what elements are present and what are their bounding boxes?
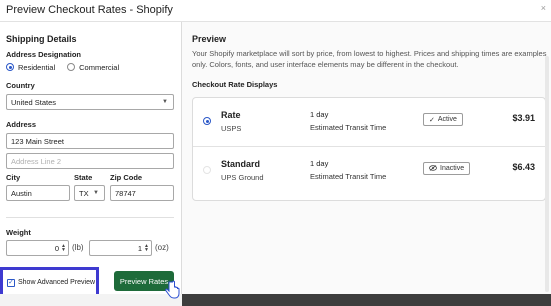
city-input[interactable]: Austin	[6, 185, 70, 201]
commercial-label: Commercial	[79, 62, 120, 72]
weight-label: Weight	[6, 228, 31, 237]
weight-oz-unit: (oz)	[155, 243, 169, 252]
address-line2-input[interactable]: Address Line 2	[6, 153, 174, 169]
zip-label: Zip Code	[110, 173, 143, 182]
weight-lb-unit: (lb)	[72, 243, 84, 252]
shipping-details-title: Shipping Details	[6, 34, 77, 44]
zip-input[interactable]: 78747	[110, 185, 174, 201]
advanced-preview-label[interactable]: Show Advanced Preview	[18, 279, 95, 286]
chevron-down-icon: ▼	[93, 190, 99, 196]
close-icon[interactable]: ×	[541, 3, 546, 13]
rate-carrier: USPS	[221, 124, 242, 133]
rate-row[interactable]: Rate USPS 1 day Estimated Transit Time ✓…	[193, 98, 545, 144]
weight-oz-input[interactable]: 1 ▲ ▼	[89, 240, 152, 256]
rate-radio-selected[interactable]	[203, 117, 211, 125]
status-label: Inactive	[440, 165, 465, 172]
state-value: TX	[79, 188, 89, 198]
taskbar-strip	[0, 294, 551, 306]
advanced-preview-checkbox[interactable]: ✓	[7, 279, 15, 287]
shipping-details-panel: Shipping Details Address Designation Res…	[0, 22, 182, 306]
country-label: Country	[6, 81, 35, 90]
rate-name: Rate	[221, 110, 241, 120]
weight-lb-input[interactable]: 0 ▲ ▼	[6, 240, 69, 256]
address-designation-label: Address Designation	[6, 50, 82, 59]
stepper-icon[interactable]: ▲ ▼	[144, 244, 149, 253]
eye-off-icon	[429, 164, 437, 173]
status-badge[interactable]: Inactive	[423, 162, 471, 175]
rate-price: $3.91	[512, 113, 535, 123]
state-select[interactable]: TX ▼	[74, 185, 105, 201]
country-select[interactable]: United States ▼	[6, 94, 174, 110]
city-label: City	[6, 173, 21, 182]
window-title: Preview Checkout Rates - Shopify	[6, 4, 173, 16]
zip-value: 78747	[115, 188, 136, 198]
preview-title: Preview	[192, 34, 227, 44]
title-bar: Preview Checkout Rates - Shopify ×	[0, 0, 551, 22]
address-label: Address	[6, 120, 37, 129]
country-value: United States	[11, 97, 57, 107]
divider	[6, 217, 174, 218]
checkout-rate-displays-title: Checkout Rate Displays	[192, 80, 278, 89]
status-label: Active	[437, 116, 457, 123]
address-line1-input[interactable]: 123 Main Street	[6, 133, 174, 149]
rate-carrier: UPS Ground	[221, 173, 264, 182]
state-label: State	[74, 173, 93, 182]
rate-transit: Estimated Transit Time	[310, 123, 387, 132]
residential-label: Residential	[18, 62, 56, 72]
rate-transit: Estimated Transit Time	[310, 172, 387, 181]
rate-days: 1 day	[310, 110, 329, 119]
rate-days: 1 day	[310, 159, 329, 168]
city-value: Austin	[11, 188, 32, 198]
address-line1-value: 123 Main Street	[11, 136, 64, 146]
address-line2-placeholder: Address Line 2	[11, 156, 62, 166]
rate-price: $6.43	[512, 162, 535, 172]
chevron-down-icon: ▼	[162, 99, 168, 105]
stepper-icon[interactable]: ▲ ▼	[61, 244, 66, 253]
status-badge[interactable]: ✓ Active	[423, 113, 463, 126]
weight-oz-value: 1	[137, 243, 142, 253]
rate-radio[interactable]	[203, 166, 211, 174]
scrollbar[interactable]	[545, 56, 549, 292]
preview-panel: Preview Your Shopify marketplace will so…	[182, 22, 551, 294]
commercial-radio[interactable]	[67, 63, 76, 71]
rates-card: Rate USPS 1 day Estimated Transit Time ✓…	[192, 97, 546, 201]
hand-cursor-icon	[165, 280, 180, 299]
check-icon: ✓	[429, 116, 435, 124]
rate-row[interactable]: Standard UPS Ground 1 day Estimated Tran…	[193, 146, 545, 192]
preview-description: Your Shopify marketplace will sort by pr…	[192, 49, 547, 69]
left-footer	[0, 294, 182, 306]
rate-name: Standard	[221, 159, 261, 169]
weight-lb-value: 0	[54, 243, 59, 253]
designation-radio-group: Residential Commercial	[6, 62, 119, 72]
residential-radio[interactable]	[6, 63, 14, 71]
